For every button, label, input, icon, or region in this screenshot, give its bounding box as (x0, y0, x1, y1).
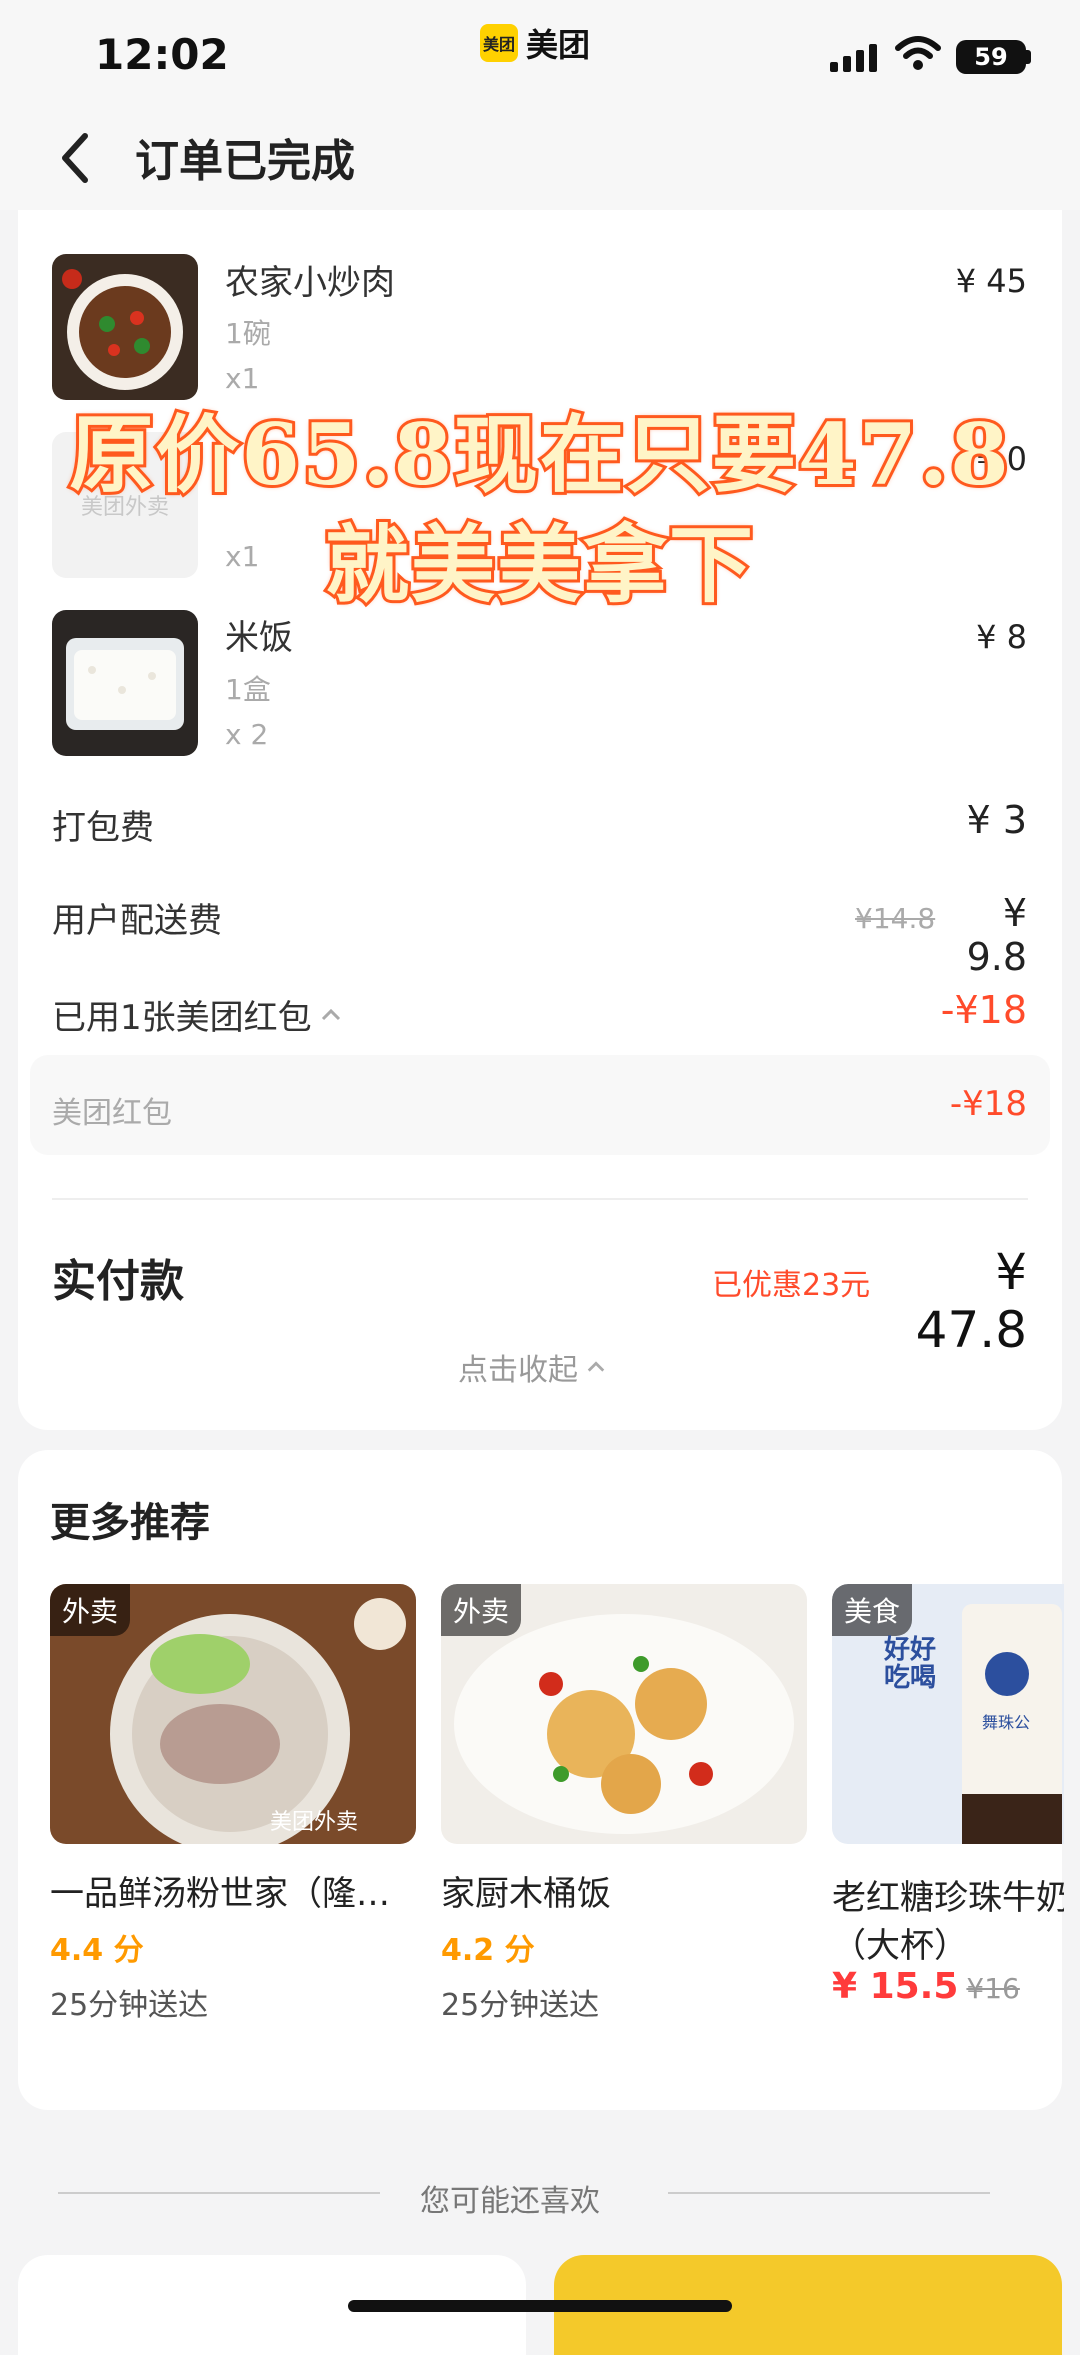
back-arrow-icon[interactable] (55, 128, 95, 188)
coupon-sub-value: -¥18 (949, 1084, 1027, 1124)
collapse-button[interactable]: 点击收起 (458, 1345, 606, 1389)
rec-name[interactable]: 老红糖珍珠牛奶 (832, 1870, 1064, 1919)
rec-tag: 美食 (832, 1584, 913, 1636)
delivery-fee-original: ¥14.8 (855, 902, 936, 935)
total-label: 实付款 (52, 1256, 184, 1307)
status-time: 12:02 (95, 30, 229, 79)
item-name: 农家小炒肉 (225, 263, 395, 303)
item-unit: 1碗 (225, 317, 271, 350)
rec-watermark: 美团外卖 (270, 1810, 359, 1835)
rec-image[interactable]: 美食 好好吃喝 舞珠公 (832, 1584, 1064, 1844)
rec-rating: 4.4 分 (50, 1933, 144, 1968)
total-discount: 已优惠23元 (712, 1268, 871, 1303)
packing-fee-label: 打包费 (52, 808, 154, 848)
item-price: ¥ 8 (976, 618, 1027, 656)
battery-tip (1026, 50, 1031, 64)
wifi-icon (895, 36, 941, 70)
signal-icon (830, 44, 877, 72)
rec-name[interactable]: 家厨木桶饭 (441, 1866, 811, 1915)
home-indicator (348, 2300, 732, 2312)
app-brand-name: 美团 (526, 26, 591, 64)
delivery-fee-label: 用户配送费 (52, 901, 222, 941)
item-qty: x 2 (225, 718, 269, 751)
rec-image-text: 好好吃喝 (884, 1635, 937, 1693)
rec-name[interactable]: 一品鲜汤粉世家（隆… (50, 1866, 420, 1915)
coupon-label: 已用1张美团红包 (52, 998, 312, 1038)
chevron-up-icon (587, 1361, 605, 1372)
rec-name-line-2: （大杯） (832, 1926, 968, 1966)
recommendations-title: 更多推荐 (50, 1500, 210, 1546)
rec-image-brand: 舞珠公 (982, 1713, 1031, 1732)
rec-image[interactable]: 外卖 美团外卖 (50, 1584, 416, 1844)
rec-tag: 外卖 (441, 1584, 522, 1636)
app-brand: 美团 美团 (480, 20, 590, 66)
total-value: ¥ 47.8 (915, 1243, 1027, 1359)
caption-line-2: 就美美拿下 (322, 512, 756, 617)
overlay-caption: 原价65.8现在只要47.8 就美美拿下 (0, 400, 1080, 620)
coupon-detail-box (30, 1055, 1050, 1155)
divider (52, 1198, 1028, 1200)
item-unit: 1盒 (225, 673, 271, 706)
coupon-value: -¥18 (940, 988, 1027, 1032)
rec-tag: 外卖 (50, 1584, 131, 1636)
rec-original-price: ¥16 (966, 1972, 1020, 2005)
coupon-sub-label: 美团红包 (52, 1096, 172, 1131)
guess-label: 您可能还喜欢 (420, 2184, 600, 2219)
item-image-stir-fry[interactable] (52, 254, 198, 400)
rec-rating: 4.2 分 (441, 1933, 535, 1968)
page-title: 订单已完成 (135, 136, 355, 187)
rec-image[interactable]: 外卖 (441, 1584, 807, 1844)
rec-price-row: ¥ 15.5 ¥16 (832, 1966, 1020, 2007)
meituan-logo-icon: 美团 (480, 24, 518, 62)
rec-delivery: 25分钟送达 (441, 1988, 600, 2023)
rec-price: ¥ 15.5 (832, 1966, 959, 2007)
chevron-up-icon (321, 1008, 340, 1020)
divider-right (668, 2192, 990, 2194)
collapse-label: 点击收起 (458, 1353, 578, 1388)
divider-left (58, 2192, 380, 2194)
rec-delivery: 25分钟送达 (50, 1988, 209, 2023)
battery-icon: 59 (956, 40, 1026, 74)
item-image-rice[interactable] (52, 610, 198, 756)
delivery-fee-value: ¥ 9.8 (966, 891, 1027, 979)
item-price: ¥ 45 (955, 262, 1027, 300)
packing-fee-value: ¥ 3 (966, 798, 1027, 842)
coupon-toggle[interactable]: 已用1张美团红包 (52, 990, 342, 1039)
caption-line-1: 原价65.8现在只要47.8 (66, 402, 1011, 507)
item-qty: x1 (225, 362, 260, 395)
